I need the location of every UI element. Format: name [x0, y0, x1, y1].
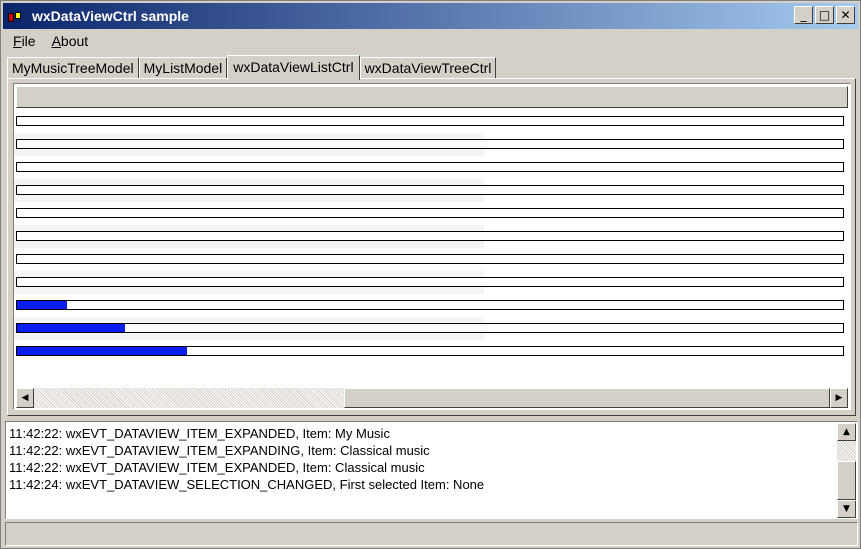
progress-bar [16, 300, 844, 310]
tab-wxdataviewtreectrl[interactable]: wxDataViewTreeCtrl [359, 57, 497, 78]
progress-bar [16, 277, 844, 287]
arrow-right-icon: ▶ [835, 393, 843, 403]
progress-bar [16, 346, 844, 356]
close-icon: ✕ [840, 8, 851, 22]
tab-mylistmodel[interactable]: MyListModel [138, 57, 228, 78]
log-line: 11:42:24: wxEVT_DATAVIEW_SELECTION_CHANG… [9, 477, 485, 492]
close-button[interactable]: ✕ [836, 6, 855, 24]
log-line: 11:42:22: wxEVT_DATAVIEW_ITEM_EXPANDED, … [9, 460, 425, 475]
maximize-icon: □ [818, 8, 831, 22]
log-line: 11:42:22: wxEVT_DATAVIEW_ITEM_EXPANDED, … [9, 426, 390, 441]
title-bar[interactable]: wxDataViewCtrl sample _ □ ✕ [3, 3, 858, 29]
progress-bar [16, 323, 844, 333]
notebook-tabs: MyMusicTreeModel MyListModel wxDataViewL… [7, 54, 497, 80]
window-title: wxDataViewCtrl sample [32, 8, 189, 24]
log-line: 11:42:22: wxEVT_DATAVIEW_ITEM_EXPANDING,… [9, 443, 430, 458]
arrow-left-icon: ◀ [21, 393, 29, 403]
progress-bar [16, 185, 844, 195]
dataview-list-ctrl[interactable]: ◀ ▶ [13, 83, 851, 410]
scroll-right-button[interactable]: ▶ [830, 388, 848, 408]
progress-fill [17, 347, 187, 355]
tab-wxdataviewlistctrl[interactable]: wxDataViewListCtrl [227, 55, 360, 80]
progress-bar [16, 139, 844, 149]
app-window: wxDataViewCtrl sample _ □ ✕ File About M… [0, 0, 861, 549]
arrow-up-icon: ▲ [843, 427, 850, 437]
progress-bar [16, 254, 844, 264]
minimize-icon: _ [800, 8, 807, 22]
scroll-down-button[interactable]: ▼ [837, 500, 856, 518]
minimize-button[interactable]: _ [794, 6, 813, 24]
progress-bar [16, 116, 844, 126]
progress-fill [17, 324, 125, 332]
vertical-scrollbar[interactable]: ▲ ▼ [837, 423, 856, 518]
column-header[interactable] [16, 86, 848, 108]
arrow-down-icon: ▼ [843, 504, 850, 514]
log-textctrl[interactable]: 11:42:22: wxEVT_DATAVIEW_ITEM_EXPANDED, … [5, 421, 858, 519]
vscroll-track[interactable] [837, 441, 856, 500]
progress-bar [16, 231, 844, 241]
progress-fill [17, 301, 67, 309]
vscroll-thumb[interactable] [837, 461, 856, 500]
maximize-button[interactable]: □ [815, 6, 834, 24]
app-icon [8, 9, 24, 23]
progress-bar [16, 208, 844, 218]
progress-bar [16, 162, 844, 172]
menu-about[interactable]: About [44, 31, 97, 51]
menu-file[interactable]: File [5, 31, 44, 51]
menu-bar: File About [5, 31, 96, 51]
horizontal-scrollbar[interactable]: ◀ ▶ [16, 388, 848, 408]
scroll-up-button[interactable]: ▲ [837, 423, 856, 441]
status-bar [5, 522, 858, 546]
scroll-track[interactable] [34, 388, 830, 408]
scroll-left-button[interactable]: ◀ [16, 388, 34, 408]
tab-mymusictreemodel[interactable]: MyMusicTreeModel [7, 57, 139, 78]
scroll-thumb[interactable] [344, 388, 830, 408]
